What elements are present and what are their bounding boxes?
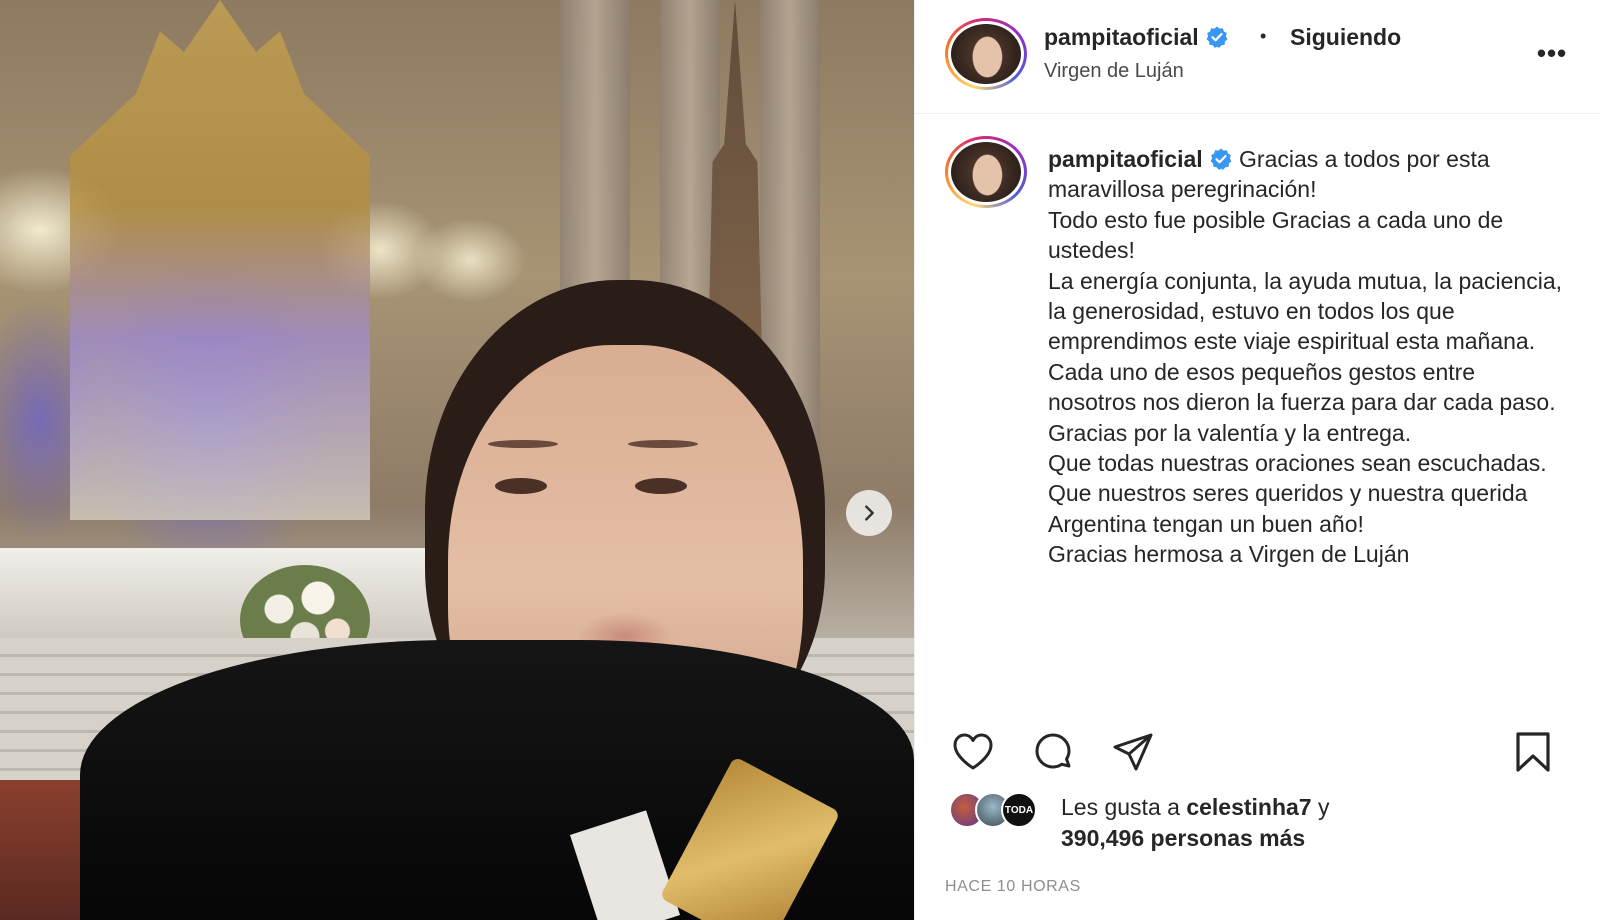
- likes-text: Les gusta a celestinha7 y 390,496 person…: [1061, 792, 1581, 854]
- first-liker-username[interactable]: celestinha7: [1186, 794, 1311, 820]
- caption-line: Todo esto fue posible Gracias a cada uno…: [1048, 206, 1504, 264]
- right-eyebrow: [628, 440, 698, 448]
- share-button[interactable]: [1105, 724, 1161, 780]
- comment-bubble-icon: [1035, 733, 1071, 769]
- liker-avatar: TODA: [1001, 792, 1037, 828]
- caption-author-avatar[interactable]: [945, 136, 1027, 208]
- post-header: pampitaoficial • Siguiendo Virgen de Luj…: [915, 0, 1600, 114]
- avatar-image: [948, 139, 1024, 205]
- instagram-post: pampitaoficial • Siguiendo Virgen de Luj…: [0, 0, 1600, 920]
- caption-line: Gracias por la valentía y la entrega.: [1048, 419, 1412, 446]
- likes-prefix: Les gusta a: [1061, 794, 1180, 820]
- save-button[interactable]: [1505, 724, 1561, 780]
- more-options-icon[interactable]: •••: [1527, 38, 1577, 68]
- heart-icon: [953, 733, 993, 770]
- comment-button[interactable]: [1025, 724, 1081, 780]
- post-location[interactable]: Virgen de Luján: [1044, 60, 1184, 83]
- avatar-image: [948, 21, 1024, 87]
- caption-line: La energía conjunta, la ayuda mutua, la …: [1048, 267, 1563, 355]
- bookmark-icon: [1516, 732, 1550, 772]
- liker-avatars[interactable]: TODA: [949, 792, 1059, 828]
- likes-conjunction: y: [1318, 794, 1330, 820]
- following-button[interactable]: Siguiendo: [1290, 24, 1401, 51]
- post-side-panel: pampitaoficial • Siguiendo Virgen de Luj…: [914, 0, 1600, 920]
- caption-username[interactable]: pampitaoficial: [1048, 146, 1203, 172]
- chevron-right-icon: [865, 505, 874, 521]
- altar-table: [0, 548, 460, 638]
- caption-area: pampitaoficial Gracias a todos por esta …: [915, 114, 1600, 710]
- separator-dot: •: [1260, 26, 1267, 46]
- verified-badge-icon: [1210, 148, 1232, 170]
- caption-text: pampitaoficial Gracias a todos por esta …: [1048, 144, 1568, 570]
- paper-plane-icon: [1113, 733, 1153, 771]
- caption-line: Cada uno de esos pequeños gestos entre n…: [1048, 358, 1556, 416]
- right-eye: [635, 478, 687, 494]
- author-avatar[interactable]: [945, 18, 1027, 90]
- post-photo[interactable]: [0, 0, 914, 920]
- verified-badge-icon: [1206, 26, 1228, 48]
- next-photo-button[interactable]: [846, 490, 892, 536]
- likes-count-link[interactable]: 390,496 personas más: [1061, 825, 1305, 851]
- username-text[interactable]: pampitaoficial: [1044, 24, 1199, 50]
- caption-line: Gracias hermosa a Virgen de Luján: [1048, 541, 1410, 568]
- author-username[interactable]: pampitaoficial: [1044, 24, 1229, 51]
- left-eye: [495, 478, 547, 494]
- caption-line: Que nuestros seres queridos y nuestra qu…: [1048, 480, 1528, 537]
- post-timestamp[interactable]: HACE 10 HORAS: [945, 878, 1081, 896]
- action-bar: [915, 720, 1600, 784]
- left-eyebrow: [488, 440, 558, 448]
- caption-line: Que todas nuestras oraciones sean escuch…: [1048, 450, 1547, 477]
- likes-section: TODA Les gusta a celestinha7 y 390,496 p…: [915, 790, 1600, 860]
- like-button[interactable]: [945, 724, 1001, 780]
- caption-line: pampitaoficial Gracias a todos por esta …: [1048, 144, 1568, 205]
